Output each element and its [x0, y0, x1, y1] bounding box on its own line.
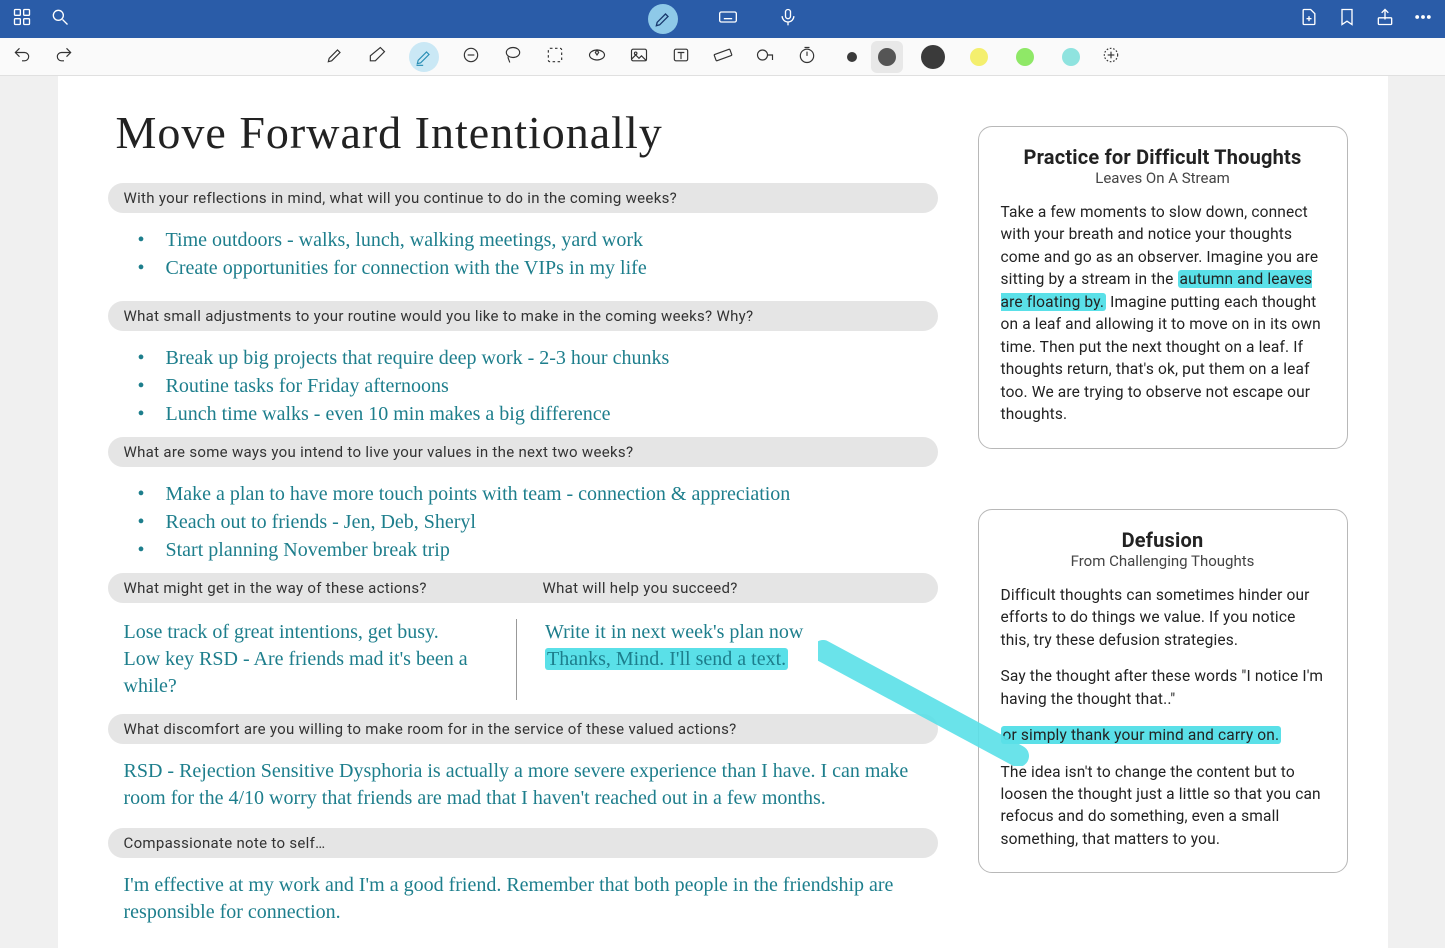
- prompt-4b: What will help you succeed?: [519, 573, 938, 603]
- list-item: Break up big projects that require deep …: [138, 345, 938, 371]
- answers-4b: Write it in next week's plan now Thanks,…: [517, 619, 938, 700]
- share-icon[interactable]: [1375, 7, 1395, 31]
- image-tool-icon[interactable]: [629, 45, 649, 69]
- tape-tool-icon[interactable]: [755, 45, 775, 69]
- shape-tool-icon[interactable]: [461, 45, 481, 69]
- list-item: Reach out to friends - Jen, Deb, Sheryl: [138, 509, 938, 535]
- note-page: Move Forward Intentionally With your ref…: [58, 76, 1388, 948]
- text-span: Say the thought after these words "I not…: [1001, 667, 1324, 707]
- highlighted-text: Thanks, Mind. I'll send a text.: [545, 648, 788, 670]
- list-item: Create opportunities for connection with…: [138, 255, 938, 281]
- answer-5: RSD - Rejection Sensitive Dysphoria is a…: [108, 754, 938, 828]
- tool-row: [0, 38, 1445, 76]
- color-swatch-2[interactable]: [917, 41, 949, 73]
- list-item: Time outdoors - walks, lunch, walking me…: [138, 227, 938, 253]
- list-item: Start planning November break trip: [138, 537, 938, 563]
- answers-1: Time outdoors - walks, lunch, walking me…: [108, 223, 938, 301]
- side-column: Practice for Difficult Thoughts Leaves O…: [978, 106, 1348, 942]
- eraser-tool-icon[interactable]: [367, 45, 387, 69]
- search-icon[interactable]: [50, 7, 70, 31]
- text-line: Low key RSD - Are friends mad it's been …: [124, 648, 468, 697]
- card-defusion: Defusion From Challenging Thoughts Diffi…: [978, 509, 1348, 874]
- text-line: Lose track of great intentions, get busy…: [124, 621, 439, 643]
- list-item: Lunch time walks - even 10 min makes a b…: [138, 401, 938, 427]
- bookmark-icon[interactable]: [1337, 7, 1357, 31]
- microphone-icon[interactable]: [778, 7, 798, 31]
- grid-icon[interactable]: [12, 7, 32, 31]
- color-swatch-5[interactable]: [1055, 41, 1087, 73]
- app-topbar: [0, 0, 1445, 38]
- prompt-2: What small adjustments to your routine w…: [108, 301, 938, 331]
- card-title: Practice for Difficult Thoughts: [1001, 145, 1325, 169]
- card-body: Take a few moments to slow down, connect…: [1001, 201, 1325, 426]
- undo-icon[interactable]: [12, 45, 32, 69]
- redo-icon[interactable]: [54, 45, 74, 69]
- answers-2: Break up big projects that require deep …: [108, 341, 938, 437]
- selection-tool-icon[interactable]: [545, 45, 565, 69]
- card-body: The idea isn't to change the content but…: [1001, 761, 1325, 851]
- prompt-4a: What might get in the way of these actio…: [108, 573, 519, 603]
- color-swatch-1[interactable]: [871, 41, 903, 73]
- answers-4: Lose track of great intentions, get busy…: [108, 613, 938, 714]
- pen-mode-icon[interactable]: [648, 4, 678, 34]
- keyboard-icon[interactable]: [718, 7, 738, 31]
- highlighted-text: or simply thank your mind and carry on.: [1001, 726, 1282, 744]
- list-item: Routine tasks for Friday afternoons: [138, 373, 938, 399]
- highlighter-tool-icon[interactable]: [409, 42, 439, 72]
- prompt-3: What are some ways you intend to live yo…: [108, 437, 938, 467]
- color-palette: [847, 41, 1121, 73]
- prompt-4-row: What might get in the way of these actio…: [108, 573, 938, 613]
- timer-tool-icon[interactable]: [797, 45, 817, 69]
- prompt-5: What discomfort are you willing to make …: [108, 714, 938, 744]
- ruler-tool-icon[interactable]: [713, 45, 733, 69]
- text-span: Imagine putting each thought on a leaf a…: [1001, 293, 1321, 423]
- card-leaves: Practice for Difficult Thoughts Leaves O…: [978, 126, 1348, 449]
- lasso-tool-icon[interactable]: [503, 45, 523, 69]
- card-title: Defusion: [1001, 528, 1325, 552]
- text-line: Write it in next week's plan now: [545, 621, 803, 643]
- add-page-icon[interactable]: [1299, 7, 1319, 31]
- answer-6: I'm effective at my work and I'm a good …: [108, 868, 938, 942]
- text-tool-icon[interactable]: [671, 45, 691, 69]
- list-item: Make a plan to have more touch points wi…: [138, 481, 938, 507]
- color-swatch-4[interactable]: [1009, 41, 1041, 73]
- card-subtitle: From Challenging Thoughts: [1001, 552, 1325, 570]
- stroke-size-dot[interactable]: [847, 52, 857, 62]
- canvas-scroll[interactable]: Move Forward Intentionally With your ref…: [0, 76, 1445, 948]
- prompt-1: With your reflections in mind, what will…: [108, 183, 938, 213]
- card-body: Say the thought after these words "I not…: [1001, 665, 1325, 710]
- card-body: Difficult thoughts can sometimes hinder …: [1001, 584, 1325, 651]
- card-body: or simply thank your mind and carry on.: [1001, 724, 1325, 746]
- page-title: Move Forward Intentionally: [108, 106, 938, 159]
- add-color-icon[interactable]: [1101, 45, 1121, 69]
- pen-tool-icon[interactable]: [325, 45, 345, 69]
- elements-tool-icon[interactable]: [587, 45, 607, 69]
- answers-4a: Lose track of great intentions, get busy…: [108, 619, 518, 700]
- color-swatch-3[interactable]: [963, 41, 995, 73]
- card-subtitle: Leaves On A Stream: [1001, 169, 1325, 187]
- answers-3: Make a plan to have more touch points wi…: [108, 477, 938, 573]
- prompt-6: Compassionate note to self…: [108, 828, 938, 858]
- more-icon[interactable]: [1413, 7, 1433, 31]
- main-column: Move Forward Intentionally With your ref…: [108, 106, 938, 942]
